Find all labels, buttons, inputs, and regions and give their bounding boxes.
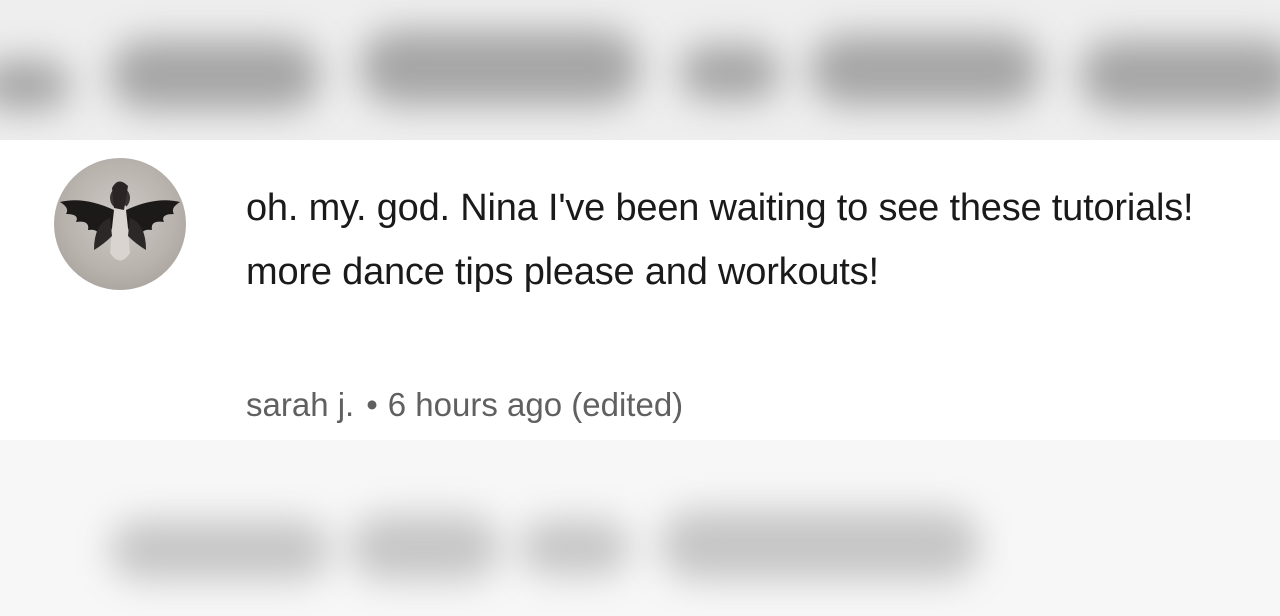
blurred-next-comment [0,440,1280,616]
comment-screenshot: oh. my. god. Nina I've been waiting to s… [0,0,1280,616]
comment-author[interactable]: sarah j. [246,386,354,423]
comment-body: oh. my. god. Nina I've been waiting to s… [246,187,1194,293]
comment-item: oh. my. god. Nina I've been waiting to s… [0,140,1280,444]
avatar-image [60,181,180,261]
comment-timestamp[interactable]: 6 hours ago [388,386,562,423]
angel-wings-avatar-icon[interactable] [54,158,186,290]
edited-label: (edited) [571,386,684,423]
comment-meta: sarah j. • 6 hours ago (edited) [246,382,683,428]
meta-separator: • [366,386,378,423]
blurred-previous-comment [0,0,1280,140]
